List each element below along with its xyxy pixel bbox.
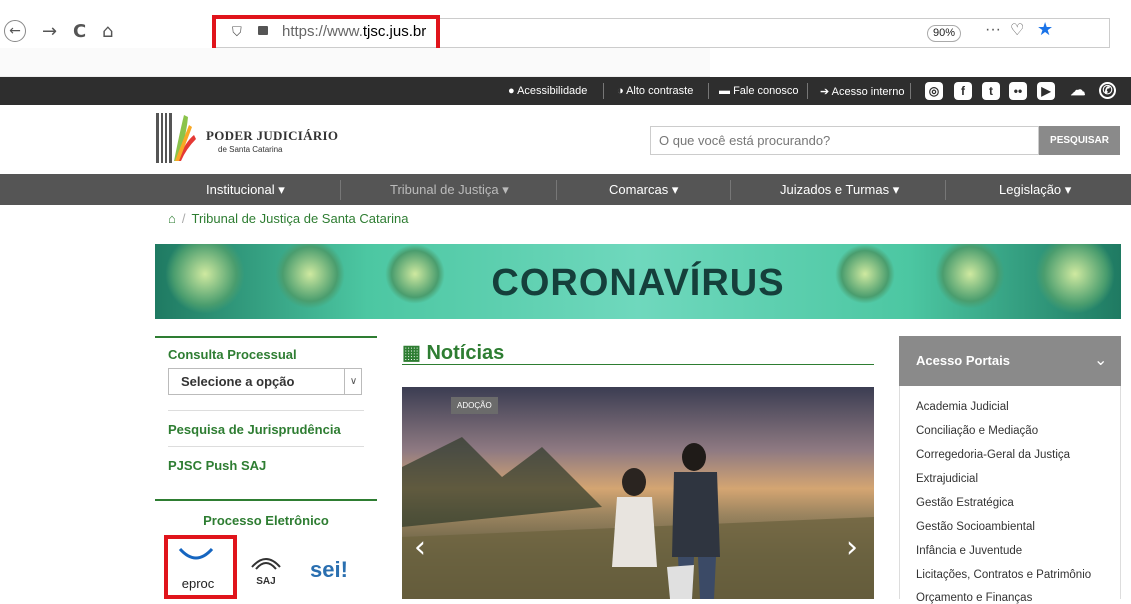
divider: [945, 180, 946, 200]
nav-item-tribunal[interactable]: Tribunal de Justiça ▾: [390, 182, 509, 198]
jurisprudencia-link[interactable]: Pesquisa de Jurisprudência: [168, 422, 341, 437]
nav-label: Institucional: [206, 182, 275, 197]
breadcrumb-separator: /: [181, 211, 186, 226]
main-nav: Institucional ▾ Tribunal de Justiça ▾ Co…: [0, 174, 1131, 205]
high-contrast-label: Alto contraste: [626, 85, 694, 97]
portals-list: [899, 386, 1121, 599]
chevron-down-icon[interactable]: ⌄: [1094, 350, 1107, 370]
portals-header[interactable]: Acesso Portais: [899, 336, 1121, 386]
news-heading: ▦ Notícias: [402, 340, 504, 365]
nav-item-comarcas[interactable]: Comarcas ▾: [609, 182, 678, 198]
forward-icon[interactable]: →: [42, 22, 57, 42]
high-contrast-link[interactable]: ◑ Alto contraste: [617, 85, 693, 97]
accessibility-link[interactable]: ● Acessibilidade: [508, 85, 587, 97]
home-icon[interactable]: ⌂: [102, 22, 113, 42]
divider: [708, 83, 709, 99]
coronavirus-banner[interactable]: CORONAVÍRUS: [155, 244, 1121, 319]
contact-link[interactable]: ▬ Fale conosco: [719, 85, 799, 97]
divider: [603, 83, 604, 99]
news-divider: [402, 364, 874, 365]
push-saj-link[interactable]: PJSC Push SAJ: [168, 458, 266, 473]
sei-logo[interactable]: sei!: [310, 557, 348, 583]
search-input[interactable]: O que você está procurando?: [650, 126, 1039, 155]
nav-item-institucional[interactable]: Institucional ▾: [206, 182, 285, 198]
soundcloud-icon[interactable]: ☁: [1066, 82, 1090, 100]
back-icon[interactable]: ←: [4, 20, 26, 42]
divider: [168, 446, 364, 447]
search-button[interactable]: PESQUISAR: [1039, 126, 1120, 155]
portals-title: Acesso Portais: [916, 353, 1010, 368]
portal-item[interactable]: Corregedoria-Geral da Justiça: [916, 449, 1070, 461]
portal-item[interactable]: Infância e Juventude: [916, 545, 1022, 557]
nav-label: Juizados e Turmas: [780, 182, 890, 197]
logo-icon[interactable]: [156, 113, 196, 163]
consulta-title: Consulta Processual: [168, 347, 297, 362]
eproc-highlight-box: [164, 535, 237, 599]
browser-toolbar: ← → C ⌂ ⛉ https://www.tjsc.jus.br 90% ··…: [0, 0, 1131, 77]
portal-item[interactable]: Extrajudicial: [916, 473, 978, 485]
pocket-icon[interactable]: ♡: [1010, 20, 1024, 40]
processo-title: Processo Eletrônico: [203, 513, 329, 528]
logo-subtitle: de Santa Catarina: [218, 145, 283, 154]
zoom-indicator[interactable]: 90%: [927, 25, 961, 42]
chevron-left-icon[interactable]: ‹: [414, 530, 426, 565]
logo-title: PODER JUDICIÁRIO: [206, 128, 339, 143]
accessibility-label: Acessibilidade: [517, 85, 588, 97]
portal-item[interactable]: Orçamento e Finanças: [916, 592, 1032, 604]
instagram-icon[interactable]: ◎: [925, 82, 943, 100]
nav-label: Tribunal de Justiça: [390, 182, 499, 197]
bookmark-star-icon[interactable]: ★: [1037, 19, 1053, 40]
divider: [730, 180, 731, 200]
chevron-right-icon[interactable]: ›: [846, 530, 858, 565]
internal-access-label: Acesso interno: [831, 86, 905, 98]
breadcrumb: ⌂ / Tribunal de Justiça de Santa Catarina: [168, 211, 409, 226]
news-title: Notícias: [426, 342, 505, 364]
home-icon[interactable]: ⌂: [168, 211, 176, 226]
youtube-icon[interactable]: ▶: [1037, 82, 1055, 100]
portal-item[interactable]: Gestão Estratégica: [916, 497, 1014, 509]
news-carousel-image[interactable]: [402, 387, 874, 599]
twitter-icon[interactable]: t: [982, 82, 1000, 100]
browser-subbar: [0, 48, 710, 77]
chevron-down-icon[interactable]: ∨: [344, 368, 362, 395]
portal-item[interactable]: Academia Judicial: [916, 401, 1009, 413]
saj-label: SAJ: [256, 576, 276, 587]
newspaper-icon: ▦: [402, 342, 421, 364]
news-tag[interactable]: ADOÇÃO: [451, 397, 498, 414]
divider: [807, 83, 808, 99]
nav-item-juizados[interactable]: Juizados e Turmas ▾: [780, 182, 899, 198]
nav-label: Comarcas: [609, 182, 669, 197]
nav-label: Legislação: [999, 182, 1062, 197]
divider: [556, 180, 557, 200]
nav-item-legislacao[interactable]: Legislação ▾: [999, 182, 1071, 198]
more-options-icon[interactable]: ···: [985, 21, 1001, 39]
flickr-icon[interactable]: ••: [1009, 82, 1027, 100]
banner-title: CORONAVÍRUS: [491, 262, 785, 304]
contact-label: Fale conosco: [733, 85, 799, 97]
portal-item[interactable]: Conciliação e Mediação: [916, 425, 1038, 437]
consulta-select[interactable]: Selecione a opção: [168, 368, 362, 395]
facebook-icon[interactable]: f: [954, 82, 972, 100]
divider: [910, 83, 911, 99]
url-highlight-box: [212, 15, 440, 52]
whatsapp-icon[interactable]: ✆: [1099, 82, 1116, 99]
portal-item[interactable]: Licitações, Contratos e Patrimônio: [916, 569, 1091, 581]
divider: [340, 180, 341, 200]
divider: [168, 410, 364, 411]
reload-icon[interactable]: C: [73, 22, 86, 42]
utility-bar: ● Acessibilidade ◑ Alto contraste ▬ Fale…: [0, 77, 1131, 105]
internal-access-link[interactable]: ➔ Acesso interno: [820, 85, 904, 98]
saj-logo[interactable]: SAJ: [248, 553, 284, 593]
breadcrumb-current[interactable]: Tribunal de Justiça de Santa Catarina: [191, 211, 408, 226]
portal-item[interactable]: Gestão Socioambiental: [916, 521, 1035, 533]
